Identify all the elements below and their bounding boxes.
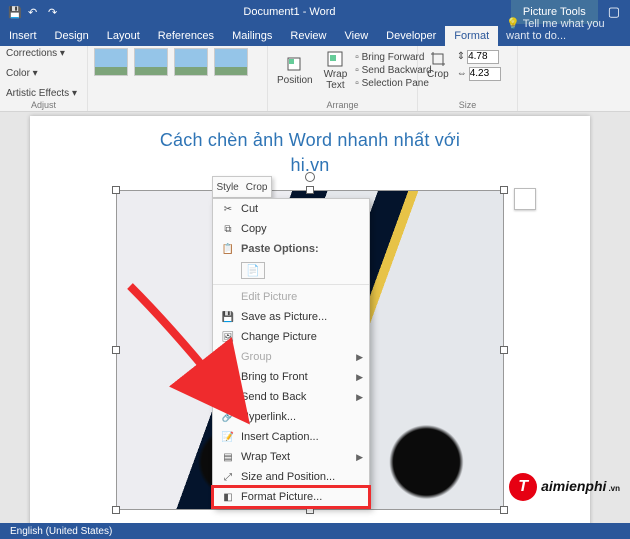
save-icon[interactable]: 💾 [8, 6, 20, 18]
resize-handle[interactable] [112, 346, 120, 354]
tell-me-box[interactable]: 💡 Tell me what you want to do... [498, 13, 630, 46]
lightbulb-icon: 💡 [506, 18, 520, 30]
height-icon: ⇕ [457, 51, 465, 62]
watermark-suffix: .vn [608, 484, 620, 493]
change-picture-icon: 🖼 [219, 330, 237, 344]
width-icon: ⇔ [457, 68, 467, 79]
ribbon: Corrections ▾ Color ▾ Artistic Effects ▾… [0, 46, 630, 112]
picture-style-gallery[interactable] [94, 48, 261, 76]
position-button[interactable]: Position [274, 54, 316, 88]
resize-handle[interactable] [500, 346, 508, 354]
tab-format[interactable]: Format [445, 26, 498, 46]
menu-group: ▣Group▶ [213, 347, 369, 367]
format-picture-icon: ◧ [219, 490, 237, 504]
hyperlink-icon: 🔗 [219, 410, 237, 424]
tab-references[interactable]: References [149, 26, 223, 46]
group-label-size: Size [418, 100, 517, 110]
submenu-arrow-icon: ▶ [356, 392, 363, 403]
menu-format-picture[interactable]: ◧Format Picture... [213, 487, 369, 507]
watermark: T aimienphi.vn [509, 473, 620, 501]
tab-mailings[interactable]: Mailings [223, 26, 281, 46]
bring-front-icon: ▦ [219, 370, 237, 384]
submenu-arrow-icon: ▶ [356, 352, 363, 363]
submenu-arrow-icon: ▶ [356, 452, 363, 463]
context-menu: ✂Cut ⧉Copy 📋Paste Options: 📄 Edit Pictur… [212, 198, 370, 508]
group-picture-styles [88, 46, 268, 111]
tab-view[interactable]: View [336, 26, 378, 46]
separator [213, 284, 369, 285]
status-language[interactable]: English (United States) [10, 526, 112, 537]
group-adjust: Corrections ▾ Color ▾ Artistic Effects ▾… [0, 46, 88, 111]
quick-access-toolbar: 💾 ↶ ↷ [0, 6, 68, 18]
color-button[interactable]: Color ▾ [6, 68, 81, 79]
menu-edit-picture: Edit Picture [213, 287, 369, 307]
tab-design[interactable]: Design [46, 26, 98, 46]
wrap-text-icon [326, 50, 344, 68]
resize-handle[interactable] [500, 186, 508, 194]
wrap-text-icon: ▤ [219, 450, 237, 464]
menu-insert-caption[interactable]: 📝Insert Caption... [213, 427, 369, 447]
mini-toolbar: Style Crop [212, 176, 272, 198]
style-thumb[interactable] [134, 48, 168, 76]
style-thumb[interactable] [214, 48, 248, 76]
caption-icon: 📝 [219, 430, 237, 444]
watermark-icon: T [509, 473, 537, 501]
paste-option-icon[interactable]: 📄 [241, 262, 265, 279]
rotate-handle[interactable] [305, 172, 315, 182]
copy-icon: ⧉ [219, 222, 237, 236]
size-icon: ⤢ [219, 470, 237, 484]
document-area: Cách chèn ảnh Word nhanh nhất với hi.vn … [0, 112, 630, 523]
menu-bring-to-front[interactable]: ▦Bring to Front▶ [213, 367, 369, 387]
style-mini-button[interactable]: Style [217, 182, 239, 193]
resize-handle[interactable] [112, 506, 120, 514]
watermark-text: aimienphi [541, 478, 606, 494]
menu-send-to-back[interactable]: ▧Send to Back▶ [213, 387, 369, 407]
artistic-effects-button[interactable]: Artistic Effects ▾ [6, 88, 81, 99]
menu-size-position[interactable]: ⤢Size and Position... [213, 467, 369, 487]
status-bar: English (United States) [0, 523, 630, 539]
layout-options-button[interactable] [514, 188, 536, 210]
wrap-text-button[interactable]: Wrap Text [321, 48, 351, 93]
menu-paste-icon[interactable]: 📄 [213, 259, 369, 282]
width-input[interactable] [469, 67, 501, 81]
save-icon: 💾 [219, 310, 237, 324]
resize-handle[interactable] [306, 186, 314, 194]
group-arrange: Position Wrap Text ▫ Bring Forward ▫ Sen… [268, 46, 418, 111]
menu-save-as-picture[interactable]: 💾Save as Picture... [213, 307, 369, 327]
tab-developer[interactable]: Developer [377, 26, 445, 46]
tab-insert[interactable]: Insert [0, 26, 46, 46]
crop-button[interactable]: Crop [424, 48, 452, 82]
group-size: Crop ⇕ ⇔ Size [418, 46, 518, 111]
document-heading: Cách chèn ảnh Word nhanh nhất với [30, 116, 590, 155]
group-icon: ▣ [219, 350, 237, 364]
resize-handle[interactable] [112, 186, 120, 194]
style-thumb[interactable] [94, 48, 128, 76]
group-label-arrange: Arrange [268, 100, 417, 110]
undo-icon[interactable]: ↶ [28, 6, 40, 18]
menu-cut[interactable]: ✂Cut [213, 199, 369, 219]
submenu-arrow-icon: ▶ [356, 372, 363, 383]
tab-review[interactable]: Review [281, 26, 335, 46]
menu-wrap-text[interactable]: ▤Wrap Text▶ [213, 447, 369, 467]
menu-paste-options[interactable]: 📋Paste Options: [213, 239, 369, 259]
menu-copy[interactable]: ⧉Copy [213, 219, 369, 239]
cut-icon: ✂ [219, 202, 237, 216]
ribbon-tabs: Insert Design Layout References Mailings… [0, 24, 630, 46]
corrections-button[interactable]: Corrections ▾ [6, 48, 81, 59]
position-icon [286, 56, 304, 74]
style-thumb[interactable] [174, 48, 208, 76]
tab-layout[interactable]: Layout [98, 26, 149, 46]
resize-handle[interactable] [500, 506, 508, 514]
crop-icon [429, 50, 447, 68]
paste-icon: 📋 [219, 242, 237, 256]
redo-icon[interactable]: ↷ [48, 6, 60, 18]
height-input[interactable] [467, 50, 499, 64]
menu-hyperlink[interactable]: 🔗Hyperlink... [213, 407, 369, 427]
send-back-icon: ▧ [219, 390, 237, 404]
crop-mini-button[interactable]: Crop [246, 182, 268, 193]
menu-change-picture[interactable]: 🖼Change Picture [213, 327, 369, 347]
document-title: Document1 - Word [68, 6, 511, 18]
group-label-adjust: Adjust [0, 100, 87, 110]
